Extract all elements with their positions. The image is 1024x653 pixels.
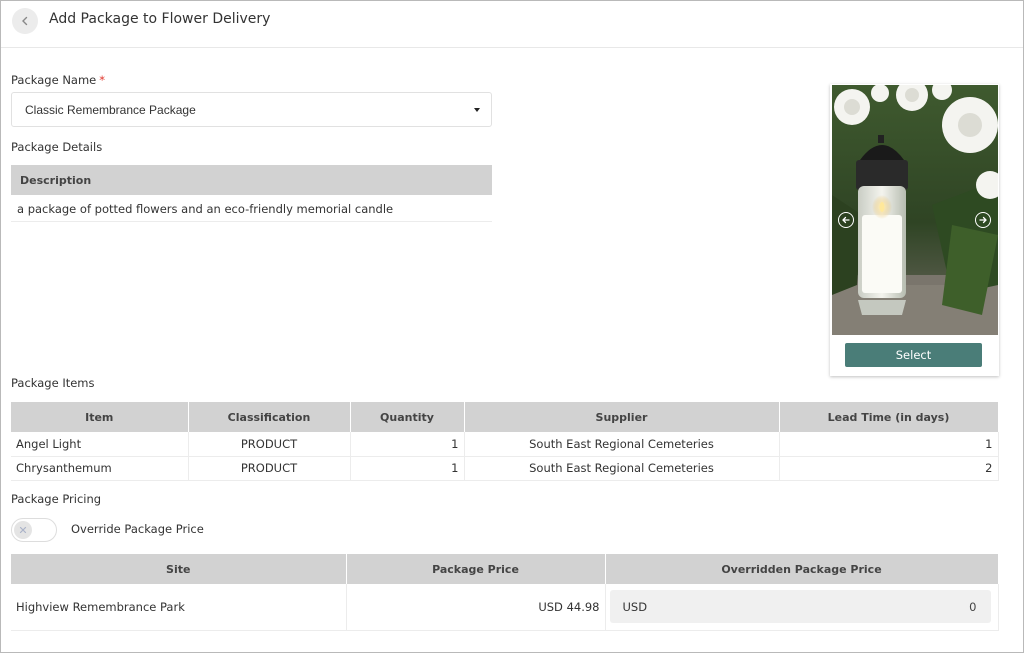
item-cell: Angel Light bbox=[11, 432, 189, 457]
package-name-label: Package Name * bbox=[11, 73, 105, 87]
package-items-label: Package Items bbox=[11, 376, 95, 390]
package-image-card: Select bbox=[830, 84, 999, 376]
arrow-right-circle-icon bbox=[979, 216, 987, 224]
table-row: Angel Light PRODUCT 1 South East Regiona… bbox=[11, 432, 999, 457]
description-cell: a package of potted flowers and an eco-f… bbox=[11, 195, 492, 222]
caret-down-icon bbox=[474, 108, 480, 112]
table-header-row: Item Classification Quantity Supplier Le… bbox=[11, 402, 999, 432]
package-items-table: Item Classification Quantity Supplier Le… bbox=[11, 402, 999, 481]
package-details-table: Description a package of potted flowers … bbox=[11, 165, 492, 222]
page-title: Add Package to Flower Delivery bbox=[49, 11, 271, 27]
select-image-button[interactable]: Select bbox=[845, 343, 982, 367]
package-pricing-table: Site Package Price Overridden Package Pr… bbox=[11, 554, 999, 631]
back-button[interactable] bbox=[12, 8, 38, 34]
overridden-price-input[interactable]: USD 0 bbox=[609, 590, 991, 624]
package-name-value: Classic Remembrance Package bbox=[25, 103, 196, 117]
supplier-cell: South East Regional Cemeteries bbox=[464, 432, 780, 457]
package-name-label-text: Package Name bbox=[11, 73, 97, 87]
package-price-cell: USD 44.98 bbox=[346, 584, 606, 631]
package-photo bbox=[832, 85, 998, 335]
classification-cell: PRODUCT bbox=[188, 432, 351, 457]
image-next-button[interactable] bbox=[975, 212, 991, 228]
lead-time-cell: 2 bbox=[779, 456, 999, 481]
column-header-package-price: Package Price bbox=[346, 554, 606, 584]
required-mark: * bbox=[99, 73, 106, 87]
override-price-label: Override Package Price bbox=[71, 522, 204, 536]
table-header-row: Site Package Price Overridden Package Pr… bbox=[11, 554, 999, 584]
site-cell: Highview Remembrance Park bbox=[11, 584, 347, 631]
currency-prefix: USD bbox=[622, 600, 648, 615]
chevron-left-icon bbox=[22, 16, 28, 26]
column-header-site: Site bbox=[11, 554, 347, 584]
image-prev-button[interactable] bbox=[838, 212, 854, 228]
overridden-price-value: 0 bbox=[969, 600, 977, 615]
item-cell: Chrysanthemum bbox=[11, 456, 189, 481]
classification-cell: PRODUCT bbox=[188, 456, 351, 481]
quantity-cell: 1 bbox=[350, 456, 465, 481]
package-details-label: Package Details bbox=[11, 140, 103, 154]
column-header-supplier: Supplier bbox=[464, 402, 780, 432]
column-header-lead-time: Lead Time (in days) bbox=[779, 402, 999, 432]
supplier-cell: South East Regional Cemeteries bbox=[464, 456, 780, 481]
column-header-quantity: Quantity bbox=[350, 402, 465, 432]
arrow-left-circle-icon bbox=[842, 216, 850, 224]
column-header-item: Item bbox=[11, 402, 189, 432]
override-price-toggle[interactable] bbox=[11, 518, 57, 542]
toggle-knob bbox=[14, 521, 32, 539]
table-row: Highview Remembrance Park USD 44.98 USD … bbox=[11, 584, 999, 631]
table-row: Chrysanthemum PRODUCT 1 South East Regio… bbox=[11, 456, 999, 481]
column-header-overridden-price: Overridden Package Price bbox=[605, 554, 999, 584]
quantity-cell: 1 bbox=[350, 432, 465, 457]
lead-time-cell: 1 bbox=[779, 432, 999, 457]
package-name-select[interactable]: Classic Remembrance Package bbox=[11, 92, 492, 127]
package-pricing-label: Package Pricing bbox=[11, 492, 102, 506]
page-header: Add Package to Flower Delivery bbox=[1, 1, 1023, 48]
column-header-classification: Classification bbox=[188, 402, 351, 432]
overridden-price-cell: USD 0 bbox=[605, 584, 999, 631]
description-column-header: Description bbox=[11, 165, 492, 195]
close-icon bbox=[19, 526, 27, 534]
